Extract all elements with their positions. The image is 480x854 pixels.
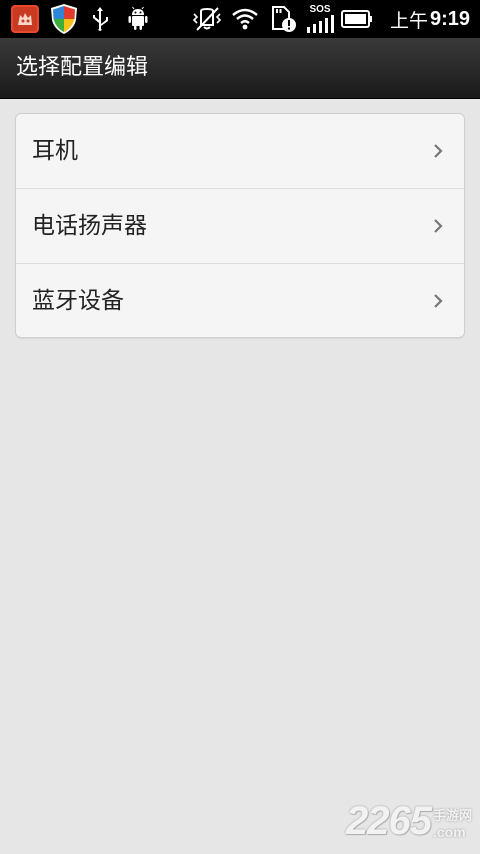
list-item-headset[interactable]: 耳机	[16, 114, 464, 188]
time-period: 上午	[389, 9, 428, 32]
list-item-label: 电话扬声器	[32, 213, 147, 239]
chevron-right-icon	[434, 144, 443, 158]
list-item-speaker[interactable]: 电话扬声器	[16, 188, 464, 263]
clock: 上午 9:19	[390, 0, 470, 38]
sd-card-alert-icon	[268, 4, 298, 34]
sos-label: SOS	[309, 4, 331, 15]
list-item-label: 蓝牙设备	[32, 288, 124, 314]
profile-list: 耳机 电话扬声器 蓝牙设备	[15, 113, 465, 338]
list-item-label: 耳机	[32, 138, 78, 164]
android-debug-icon	[124, 4, 152, 34]
time-text: 9:19	[429, 7, 470, 30]
chevron-right-icon	[434, 294, 443, 308]
title-bar: 选择配置编辑	[0, 38, 480, 99]
app-icon	[10, 4, 40, 34]
list-item-bluetooth[interactable]: 蓝牙设备	[16, 263, 464, 338]
shield-icon	[48, 4, 80, 34]
battery-icon	[340, 4, 374, 34]
watermark-com: .com	[432, 824, 466, 840]
page-title: 选择配置编辑	[16, 55, 149, 80]
wifi-icon	[230, 4, 260, 34]
watermark-number: 2265	[346, 799, 432, 843]
status-bar: SOS 上午 9:19	[0, 0, 480, 38]
signal-icon: SOS	[305, 4, 335, 34]
chevron-right-icon	[434, 219, 443, 233]
watermark: 2265 手游网 .com	[346, 799, 472, 844]
vibrate-off-icon	[190, 4, 224, 34]
usb-icon	[88, 4, 112, 34]
watermark-cn: 手游网	[432, 809, 472, 824]
